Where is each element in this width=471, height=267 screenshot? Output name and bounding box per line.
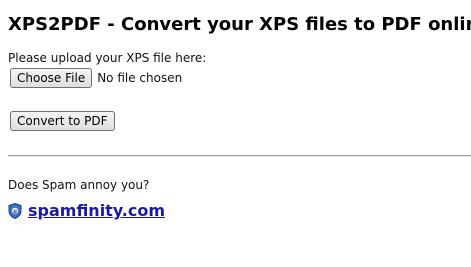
choose-file-button[interactable]: Choose File <box>10 68 93 88</box>
spamfinity-link[interactable]: spamfinity.com <box>28 201 165 220</box>
file-input[interactable]: Choose File No file chosen <box>10 68 182 88</box>
page-title: XPS2PDF - Convert your XPS files to PDF … <box>8 14 471 35</box>
upload-label: Please upload your XPS file here: <box>8 51 207 65</box>
shield-icon: @ <box>8 202 22 219</box>
horizontal-divider <box>8 155 471 157</box>
svg-text:@: @ <box>12 209 18 215</box>
spam-question-text: Does Spam annoy you? <box>8 178 150 192</box>
convert-to-pdf-button[interactable]: Convert to PDF <box>10 111 115 131</box>
file-status-text: No file chosen <box>97 71 183 85</box>
spamfinity-promo: @ spamfinity.com <box>8 201 165 220</box>
